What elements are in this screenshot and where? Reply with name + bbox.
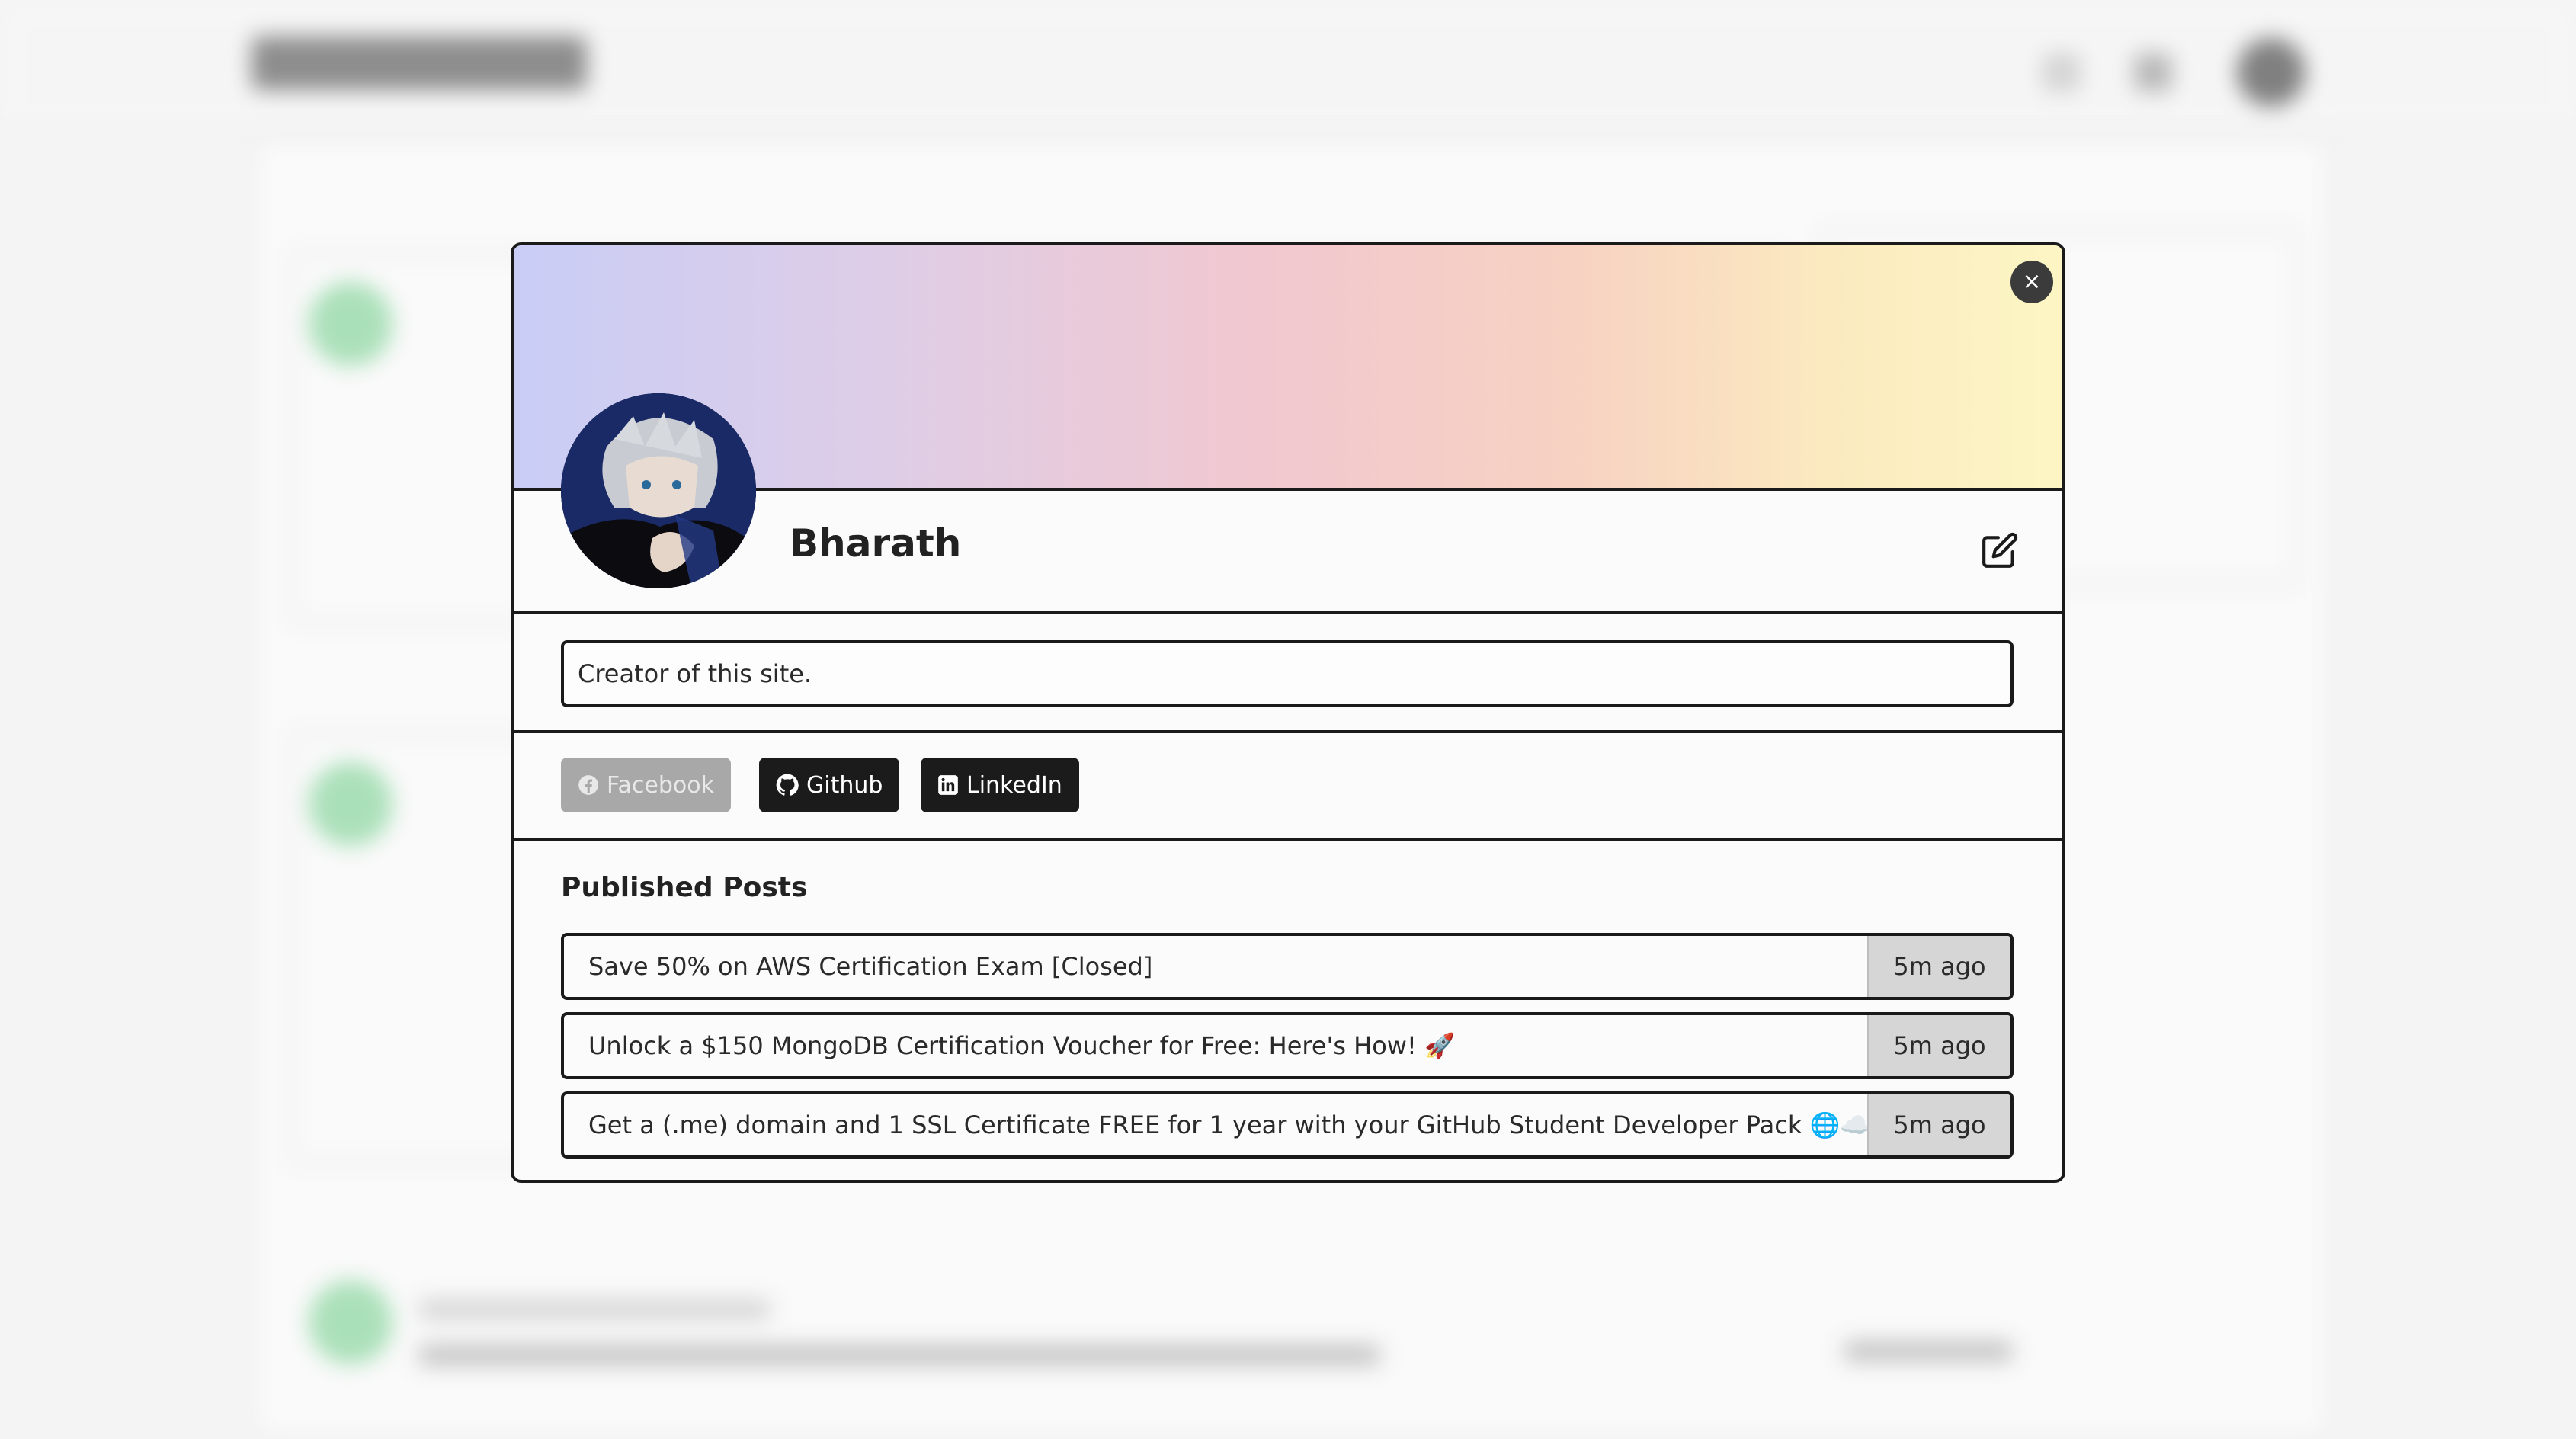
- background-logo: [252, 37, 587, 90]
- edit-profile-button[interactable]: [1978, 529, 2021, 572]
- github-icon: [776, 774, 799, 796]
- post-title: Get a (.me) domain and 1 SSL Certificate…: [588, 1110, 1867, 1139]
- post-time-badge: 5m ago: [1867, 1094, 2010, 1155]
- avatar: [561, 393, 756, 588]
- facebook-label: Facebook: [607, 771, 714, 799]
- post-title: Unlock a $150 MongoDB Certification Vouc…: [588, 1031, 1455, 1060]
- close-button[interactable]: ×: [2010, 261, 2053, 303]
- post-time-badge: 5m ago: [1867, 936, 2010, 997]
- background-icon: [2043, 53, 2081, 91]
- background-text: [419, 1300, 770, 1319]
- section-divider: [514, 730, 2062, 733]
- post-title: Save 50% on AWS Certification Exam [Clos…: [588, 952, 1153, 981]
- background-icon: [2134, 53, 2172, 91]
- linkedin-icon: [937, 774, 959, 796]
- linkedin-button[interactable]: LinkedIn: [921, 758, 1079, 812]
- section-divider: [514, 838, 2062, 841]
- background-avatar: [309, 282, 392, 366]
- facebook-icon: [578, 774, 599, 796]
- profile-name: Bharath: [790, 521, 962, 566]
- facebook-button[interactable]: Facebook: [561, 758, 731, 812]
- bio-field[interactable]: [561, 640, 2014, 707]
- avatar-image: [561, 393, 756, 588]
- edit-icon: [1982, 532, 2018, 568]
- linkedin-label: LinkedIn: [966, 771, 1062, 799]
- published-posts-heading: Published Posts: [561, 872, 808, 903]
- post-time-badge: 5m ago: [1867, 1015, 2010, 1076]
- github-label: Github: [806, 771, 883, 799]
- github-button[interactable]: Github: [759, 758, 900, 812]
- close-icon: ×: [2022, 268, 2042, 295]
- background-avatar: [309, 762, 392, 846]
- post-item[interactable]: Unlock a $150 MongoDB Certification Vouc…: [561, 1012, 2014, 1079]
- background-avatar: [309, 1280, 392, 1364]
- background-avatar: [2237, 38, 2305, 107]
- post-item[interactable]: Save 50% on AWS Certification Exam [Clos…: [561, 933, 2014, 1000]
- post-item[interactable]: Get a (.me) domain and 1 SSL Certificate…: [561, 1091, 2014, 1159]
- section-divider: [514, 611, 2062, 614]
- profile-modal: × Bharath Facebook: [511, 242, 2065, 1183]
- background-text: [419, 1345, 1379, 1365]
- background-text: [1844, 1341, 2012, 1361]
